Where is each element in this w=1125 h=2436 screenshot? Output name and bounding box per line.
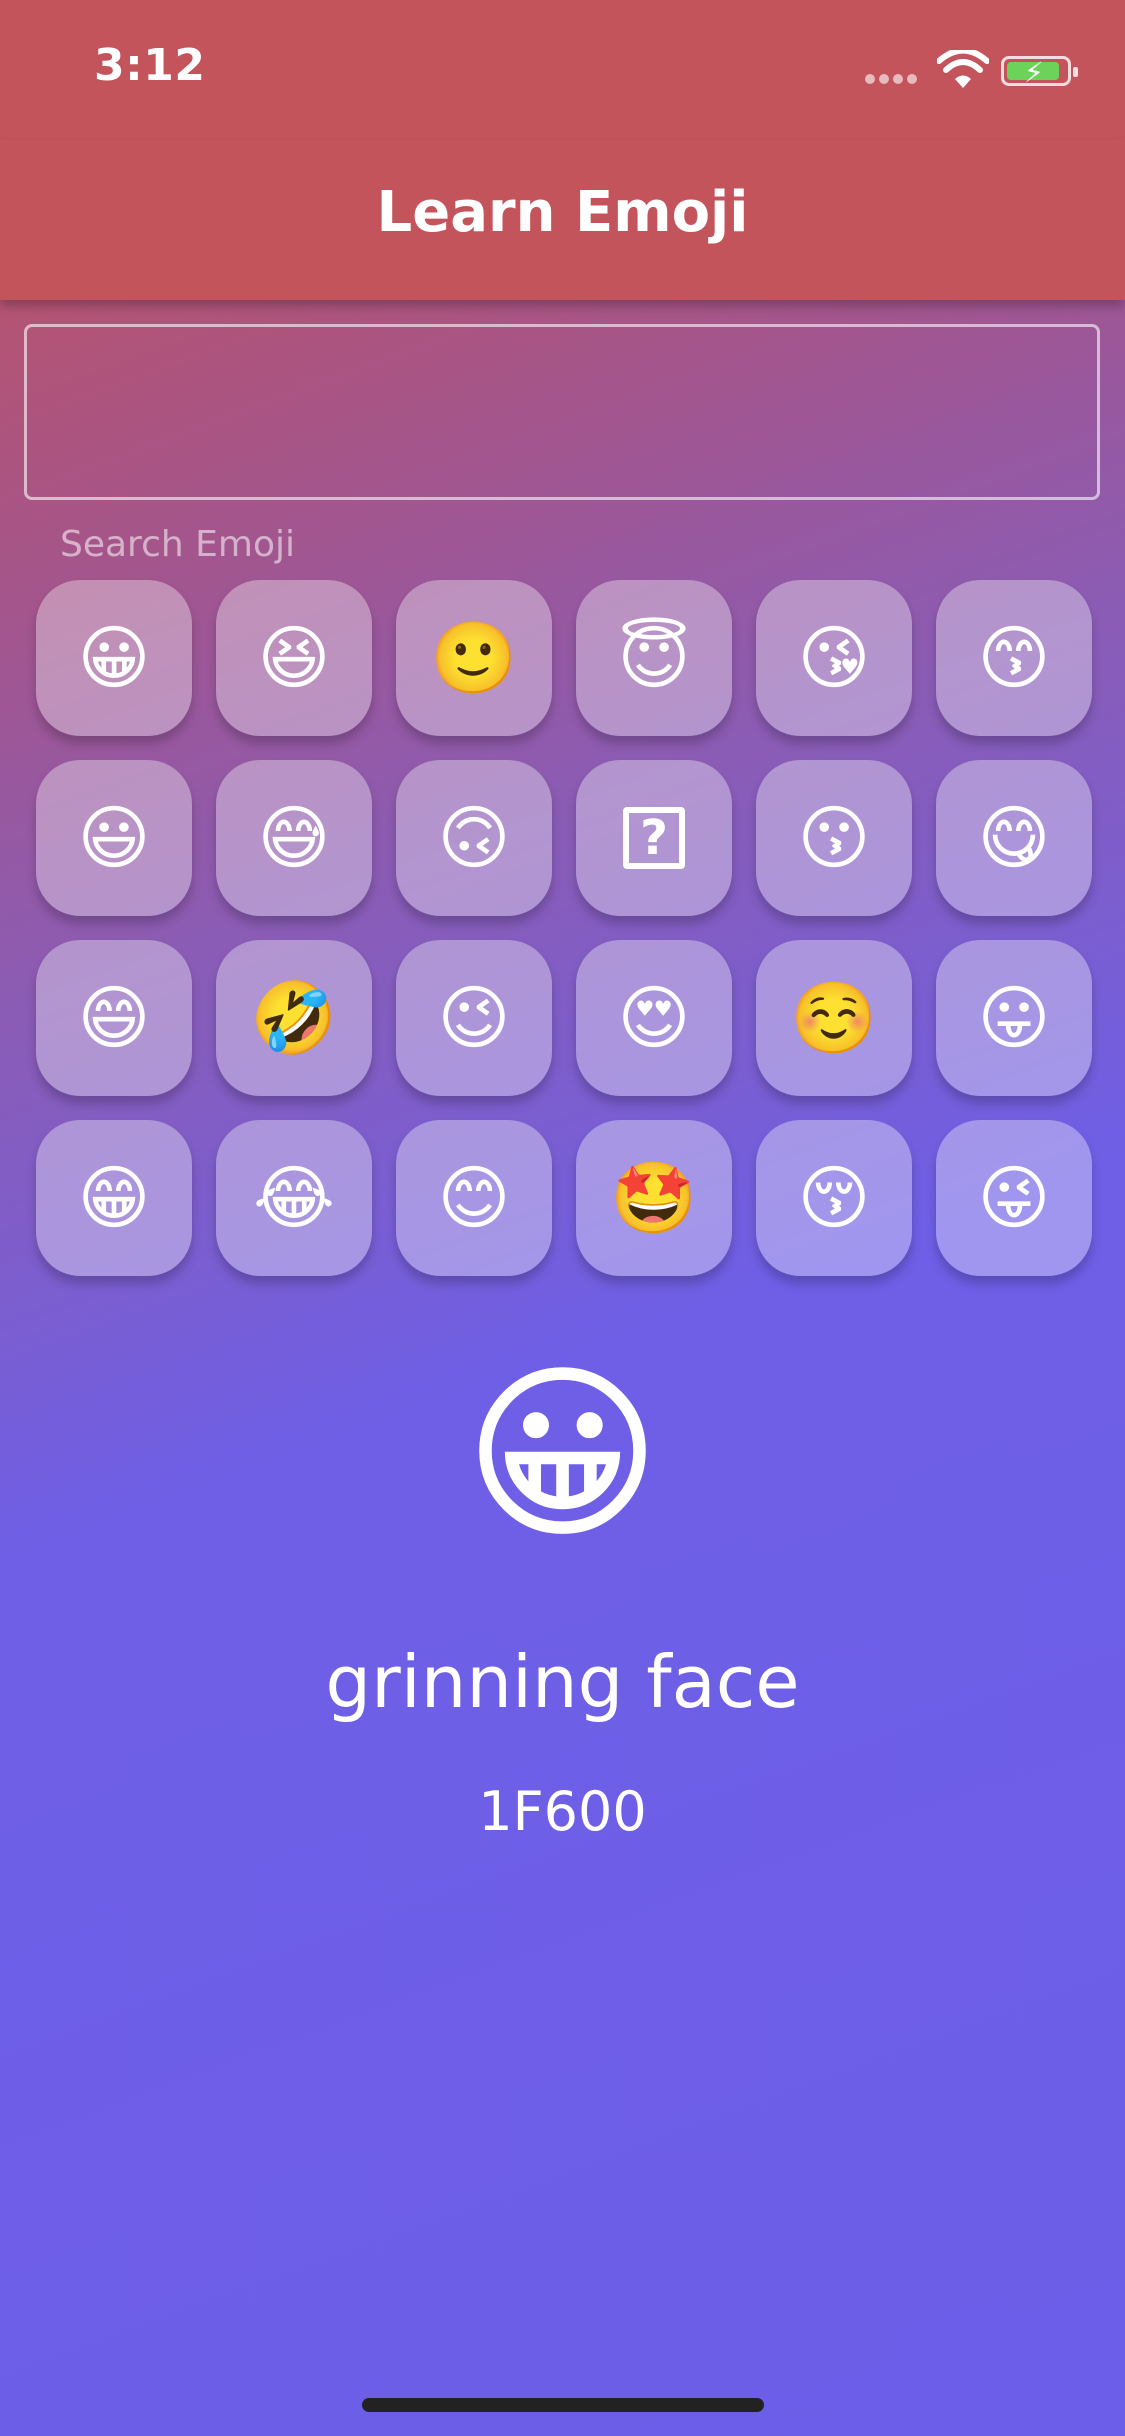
emoji-face-blowing-a-kiss: 😘 [797,617,871,699]
emoji-winking-face: 😉 [437,977,511,1059]
status-bar: 3:12 ⚡ [0,0,1125,140]
emoji-smiling-face: ☺️ [790,977,878,1059]
emoji-tile[interactable]: 😀 [36,580,192,736]
emoji-slightly-smiling-face: 🙂 [430,617,518,699]
emoji-beaming-face-with-smiling-eyes: 😁 [77,1157,151,1239]
emoji-face-with-tears-of-joy: 😂 [253,1157,335,1239]
search-input[interactable] [24,324,1100,500]
emoji-grinning-face-with-big-eyes: 😃 [77,797,151,879]
emoji-tile[interactable]: 🤩 [576,1120,732,1276]
emoji-tile[interactable]: 😋 [936,760,1092,916]
emoji-tile[interactable]: 😃 [36,760,192,916]
emoji-tile[interactable]: 😄 [36,940,192,1096]
emoji-rolling-on-the-floor-laughing: 🤣 [250,977,338,1059]
emoji-tile[interactable]: 😉 [396,940,552,1096]
emoji-tile[interactable]: 😅 [216,760,372,916]
emoji-upside-down-face: 🙃 [437,797,511,879]
emoji-kissing-face-with-closed-eyes: 😚 [797,1157,871,1239]
emoji-tile[interactable]: 😊 [396,1120,552,1276]
emoji-tile[interactable]: 😍 [576,940,732,1096]
home-indicator[interactable] [362,2398,764,2412]
emoji-tile[interactable]: 🙃 [396,760,552,916]
emoji-tile[interactable]: ? [576,760,732,916]
emoji-smiling-face-with-halo: 😇 [617,617,691,699]
emoji-unknown-placeholder: ? [623,807,685,869]
emoji-tile[interactable]: ☺️ [756,940,912,1096]
emoji-grinning-face: 😀 [77,617,151,699]
wifi-icon [937,50,989,88]
emoji-grid: 😀 😆 🙂 😇 😘 😙 😃 😅 🙃? 😗 😋 😄 🤣 😉 😍 ☺️ 😛 😁 😂 😊 🤩 😚 😜 [36,580,1094,1276]
selected-emoji-name: grinning face [325,1640,800,1724]
emoji-face-savoring-food: 😋 [977,797,1051,879]
emoji-grinning-face-with-smiling-eyes: 😄 [77,977,151,1059]
selected-emoji-code: 1F600 [478,1780,647,1843]
selected-emoji: 😀 [463,1344,662,1565]
emoji-grinning-squinting-face: 😆 [257,617,331,699]
emoji-smiling-face-with-heart-eyes: 😍 [617,977,691,1059]
emoji-tile[interactable]: 😛 [936,940,1092,1096]
battery-charging-icon: ⚡ [1001,56,1078,89]
emoji-tile[interactable]: 😁 [36,1120,192,1276]
emoji-tile[interactable]: 🤣 [216,940,372,1096]
emoji-kissing-face: 😗 [797,797,871,879]
emoji-kissing-face-with-smiling-eyes: 😙 [977,617,1051,699]
emoji-star-struck: 🤩 [610,1157,698,1239]
emoji-tile[interactable]: 😗 [756,760,912,916]
emoji-tile[interactable]: 😘 [756,580,912,736]
emoji-tile[interactable]: 😜 [936,1120,1092,1276]
emoji-smiling-face-with-smiling-eyes: 😊 [437,1157,511,1239]
emoji-tile[interactable]: 😙 [936,580,1092,736]
page-title: Learn Emoji [376,180,749,245]
emoji-tile[interactable]: 😚 [756,1120,912,1276]
signal-dots-icon [865,74,925,86]
emoji-tile[interactable]: 🙂 [396,580,552,736]
emoji-tile[interactable]: 😂 [216,1120,372,1276]
emoji-winking-face-with-tongue: 😜 [977,1157,1051,1239]
emoji-tile[interactable]: 😆 [216,580,372,736]
navigation-bar: Learn Emoji [0,140,1125,300]
emoji-tile[interactable]: 😇 [576,580,732,736]
emoji-grinning-face-with-sweat: 😅 [257,797,331,879]
search-label: Search Emoji [60,524,295,565]
status-icons: ⚡ [865,50,1085,90]
emoji-face-with-tongue: 😛 [977,977,1051,1059]
status-time: 3:12 [94,40,206,91]
